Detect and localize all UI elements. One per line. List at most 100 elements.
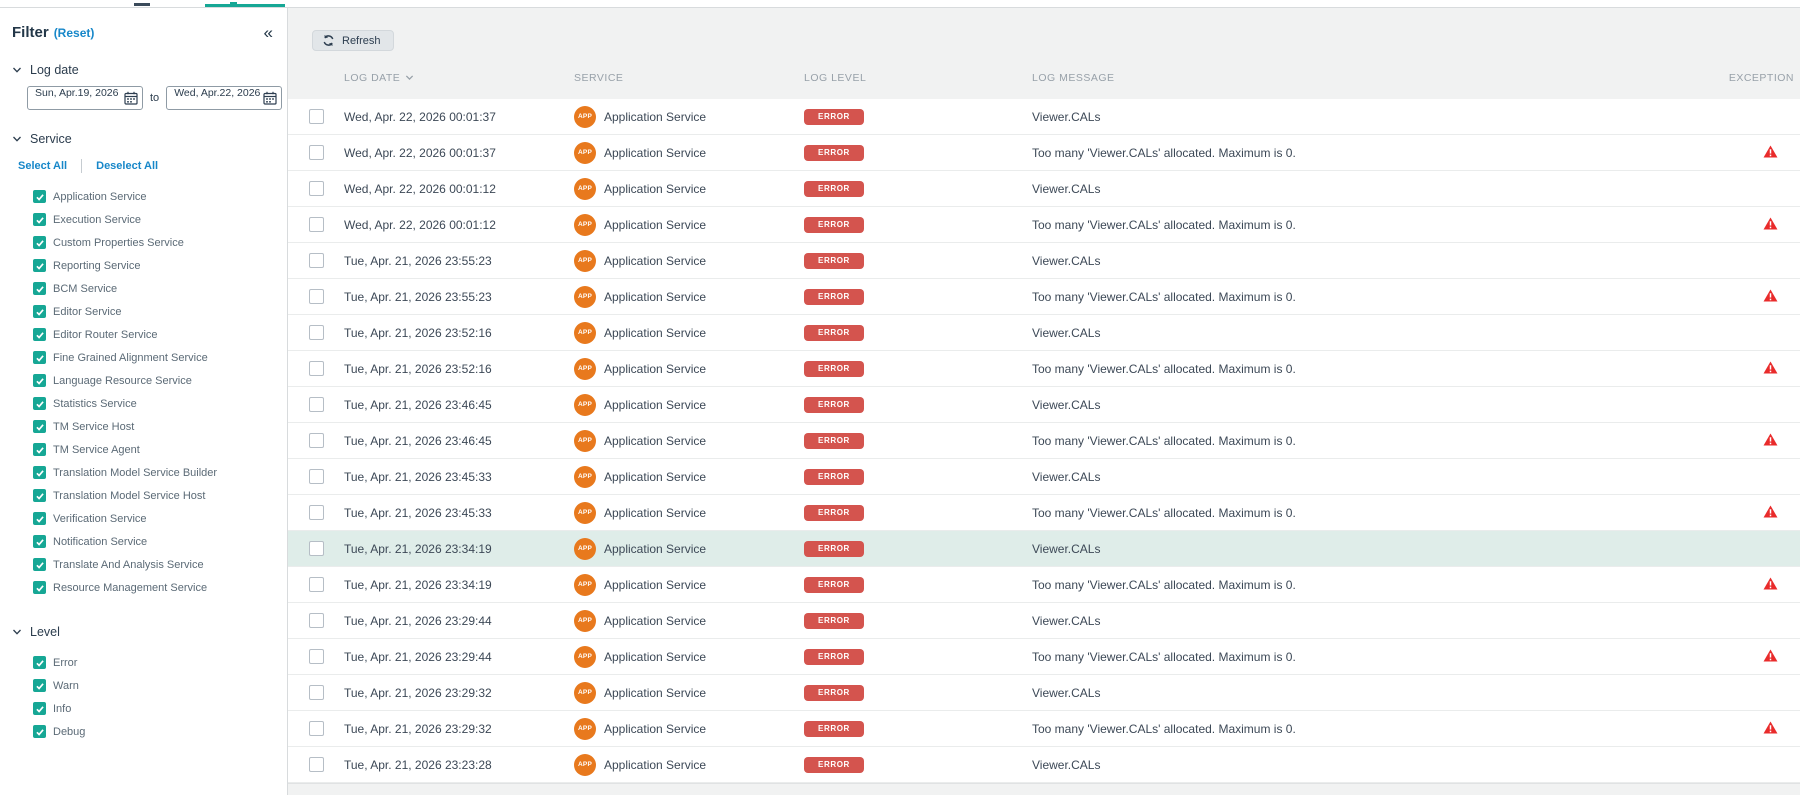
checkbox-checked-icon[interactable] [33,679,46,692]
checkbox-checked-icon[interactable] [33,259,46,272]
table-row[interactable]: Tue, Apr. 21, 2026 23:55:23 APP Applicatio… [288,243,1800,279]
exception-warning-icon[interactable] [1763,504,1778,521]
table-row[interactable]: Tue, Apr. 21, 2026 23:46:45 APP Applicatio… [288,387,1800,423]
checkbox-checked-icon[interactable] [33,558,46,571]
row-checkbox[interactable] [308,397,324,412]
table-row[interactable]: Tue, Apr. 21, 2026 23:45:33 APP Applicatio… [288,495,1800,531]
row-checkbox[interactable] [308,433,324,448]
checkbox-checked-icon[interactable] [33,535,46,548]
checkbox-checked-icon[interactable] [33,656,46,669]
checkbox-checked-icon[interactable] [33,443,46,456]
service-checkbox-item[interactable]: Resource Management Service [0,576,287,599]
checkbox-checked-icon[interactable] [33,282,46,295]
service-checkbox-item[interactable]: Notification Service [0,530,287,553]
checkbox-checked-icon[interactable] [33,512,46,525]
select-all-link[interactable]: Select All [18,160,67,172]
refresh-button[interactable]: Refresh [312,30,394,51]
table-row[interactable]: Wed, Apr. 22, 2026 00:01:12 APP Applicatio… [288,207,1800,243]
checkbox-checked-icon[interactable] [33,328,46,341]
table-row[interactable]: Tue, Apr. 21, 2026 23:29:32 APP Applicatio… [288,711,1800,747]
table-row[interactable]: Tue, Apr. 21, 2026 23:29:44 APP Applicatio… [288,639,1800,675]
table-row[interactable]: Tue, Apr. 21, 2026 23:23:28 APP Applicatio… [288,747,1800,783]
log-date-section-header[interactable]: Log date [0,63,287,77]
checkbox-checked-icon[interactable] [33,466,46,479]
service-checkbox-item[interactable]: Verification Service [0,507,287,530]
table-row[interactable]: Wed, Apr. 22, 2026 00:01:12 APP Applicatio… [288,171,1800,207]
column-header-log-date[interactable]: LOG DATE [344,72,574,84]
checkbox-checked-icon[interactable] [33,397,46,410]
table-row[interactable]: Tue, Apr. 21, 2026 23:45:33 APP Applicatio… [288,459,1800,495]
row-checkbox[interactable] [308,289,324,304]
exception-warning-icon[interactable] [1763,216,1778,233]
level-checkbox-item[interactable]: Debug [0,720,287,743]
service-checkbox-item[interactable]: Execution Service [0,208,287,231]
row-checkbox[interactable] [308,253,324,268]
row-checkbox[interactable] [308,505,324,520]
row-checkbox[interactable] [308,757,324,772]
level-checkbox-item[interactable]: Error [0,651,287,674]
service-checkbox-item[interactable]: Language Resource Service [0,369,287,392]
checkbox-checked-icon[interactable] [33,236,46,249]
table-row[interactable]: Tue, Apr. 21, 2026 23:34:19 APP Applicatio… [288,567,1800,603]
table-row[interactable]: Tue, Apr. 21, 2026 23:55:23 APP Applicatio… [288,279,1800,315]
table-row[interactable]: Tue, Apr. 21, 2026 23:52:16 APP Applicatio… [288,315,1800,351]
service-checkbox-item[interactable]: Editor Router Service [0,323,287,346]
row-checkbox[interactable] [308,217,324,232]
service-checkbox-item[interactable]: Reporting Service [0,254,287,277]
service-checkbox-item[interactable]: Translation Model Service Builder [0,461,287,484]
calendar-icon[interactable] [124,91,138,105]
row-checkbox[interactable] [308,145,324,160]
table-row[interactable]: Tue, Apr. 21, 2026 23:29:44 APP Applicatio… [288,603,1800,639]
calendar-icon[interactable] [263,91,277,105]
service-checkbox-item[interactable]: Translation Model Service Host [0,484,287,507]
checkbox-checked-icon[interactable] [33,190,46,203]
table-row[interactable]: Tue, Apr. 21, 2026 23:52:16 APP Applicatio… [288,351,1800,387]
row-checkbox[interactable] [308,649,324,664]
exception-warning-icon[interactable] [1763,288,1778,305]
service-checkbox-item[interactable]: BCM Service [0,277,287,300]
table-row[interactable]: Tue, Apr. 21, 2026 23:29:32 APP Applicatio… [288,675,1800,711]
service-checkbox-item[interactable]: Statistics Service [0,392,287,415]
exception-warning-icon[interactable] [1763,576,1778,593]
checkbox-checked-icon[interactable] [33,213,46,226]
service-checkbox-item[interactable]: Application Service [0,185,287,208]
checkbox-checked-icon[interactable] [33,305,46,318]
exception-warning-icon[interactable] [1763,360,1778,377]
row-checkbox[interactable] [308,325,324,340]
checkbox-checked-icon[interactable] [33,489,46,502]
exception-warning-icon[interactable] [1763,648,1778,665]
row-checkbox[interactable] [308,577,324,592]
checkbox-checked-icon[interactable] [33,374,46,387]
level-checkbox-item[interactable]: Warn [0,674,287,697]
exception-warning-icon[interactable] [1763,144,1778,161]
checkbox-checked-icon[interactable] [33,351,46,364]
row-checkbox[interactable] [308,721,324,736]
collapse-panel-icon[interactable]: « [264,24,273,41]
row-checkbox[interactable] [308,685,324,700]
table-row[interactable]: Wed, Apr. 22, 2026 00:01:37 APP Applicatio… [288,99,1800,135]
checkbox-checked-icon[interactable] [33,702,46,715]
table-row[interactable]: Tue, Apr. 21, 2026 23:34:19 APP Applicatio… [288,531,1800,567]
row-checkbox[interactable] [308,109,324,124]
exception-warning-icon[interactable] [1763,432,1778,449]
row-checkbox[interactable] [308,181,324,196]
service-checkbox-item[interactable]: Custom Properties Service [0,231,287,254]
service-checkbox-item[interactable]: Translate And Analysis Service [0,553,287,576]
service-section-header[interactable]: Service [0,132,287,146]
row-checkbox[interactable] [308,361,324,376]
row-checkbox[interactable] [308,469,324,484]
row-checkbox[interactable] [308,613,324,628]
service-checkbox-item[interactable]: Fine Grained Alignment Service [0,346,287,369]
reset-link[interactable]: (Reset) [54,26,95,40]
row-checkbox[interactable] [308,541,324,556]
exception-warning-icon[interactable] [1763,720,1778,737]
deselect-all-link[interactable]: Deselect All [96,160,158,172]
service-checkbox-item[interactable]: Editor Service [0,300,287,323]
checkbox-checked-icon[interactable] [33,725,46,738]
level-checkbox-item[interactable]: Info [0,697,287,720]
table-row[interactable]: Wed, Apr. 22, 2026 00:01:37 APP Applicatio… [288,135,1800,171]
level-section-header[interactable]: Level [0,625,287,639]
checkbox-checked-icon[interactable] [33,581,46,594]
service-checkbox-item[interactable]: TM Service Host [0,415,287,438]
checkbox-checked-icon[interactable] [33,420,46,433]
